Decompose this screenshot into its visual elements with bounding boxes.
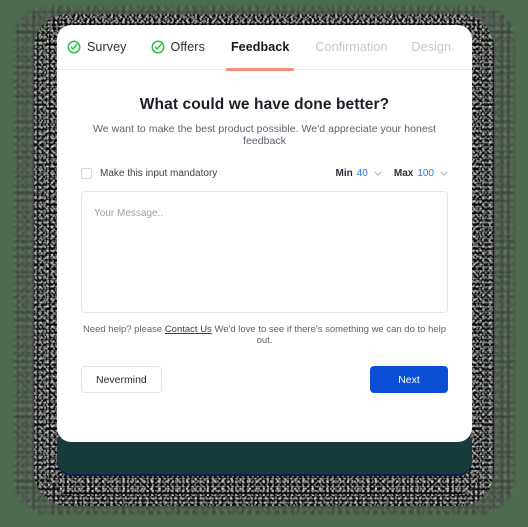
min-length-select[interactable]: Min 40	[336, 168, 382, 179]
max-value: 100	[417, 167, 434, 179]
max-length-select[interactable]: Max 100	[394, 168, 448, 179]
help-text-after: We'd love to see if there's something we…	[211, 324, 447, 346]
length-range-controls: Min 40 Max 100	[336, 168, 448, 179]
page-subtitle: We want to make the best product possibl…	[92, 123, 437, 147]
tab-label-confirmation: Confirmation	[315, 39, 388, 54]
max-label: Max	[393, 167, 414, 179]
chevron-down-icon[interactable]	[438, 170, 448, 176]
min-label: Min	[335, 167, 353, 179]
contact-us-link[interactable]: Contact Us	[165, 324, 212, 335]
chevron-down-icon[interactable]	[372, 170, 382, 176]
next-button[interactable]: Next	[370, 366, 448, 393]
message-textarea[interactable]: Your Message..	[81, 191, 448, 313]
tab-label-offers: Offers	[170, 39, 205, 54]
help-text: Need help? please Contact Us We'd love t…	[81, 324, 448, 346]
tab-design[interactable]: Design	[411, 33, 451, 61]
device-base-band	[57, 438, 472, 474]
page-title: What could we have done better?	[139, 96, 390, 113]
nevermind-button[interactable]: Nevermind	[81, 366, 162, 393]
circle-check-icon	[67, 40, 81, 54]
tab-confirmation[interactable]: Confirmation	[315, 33, 387, 61]
active-tab-underline	[225, 68, 295, 71]
tab-offers[interactable]: Offers	[150, 33, 205, 61]
mandatory-checkbox[interactable]	[81, 167, 92, 179]
tab-survey[interactable]: Survey	[67, 33, 127, 61]
help-text-before: Need help? please	[82, 324, 165, 335]
card-body: What could we have done better? We want …	[57, 96, 472, 393]
card-actions: Nevermind Next	[81, 366, 448, 393]
tab-label-design: Design	[411, 39, 451, 54]
tab-label-feedback: Feedback	[230, 39, 290, 54]
mandatory-checkbox-row[interactable]: Make this input mandatory	[81, 167, 218, 179]
mandatory-checkbox-label: Make this input mandatory	[100, 167, 218, 179]
min-value: 40	[356, 167, 368, 179]
screenshot-stage: Survey Offers Feedback Confirmation Desi…	[0, 0, 528, 527]
circle-check-icon	[150, 40, 165, 54]
message-placeholder: Your Message..	[94, 208, 164, 219]
feedback-card: Survey Offers Feedback Confirmation Desi…	[57, 25, 472, 442]
tab-feedback[interactable]: Feedback	[225, 33, 295, 71]
step-tabbar: Survey Offers Feedback Confirmation Desi…	[57, 25, 472, 71]
tab-label-survey: Survey	[87, 39, 127, 54]
options-row: Make this input mandatory Min 40 Max 100	[81, 165, 448, 181]
